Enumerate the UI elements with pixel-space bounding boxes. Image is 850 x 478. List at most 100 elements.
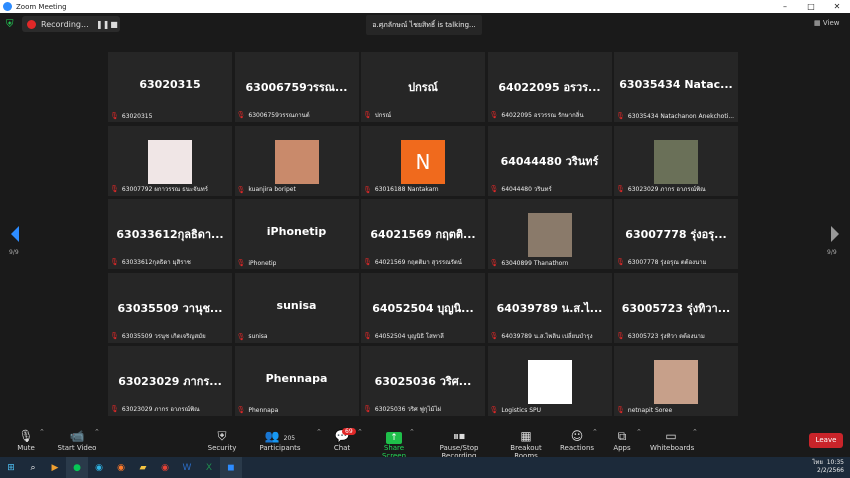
participant-tile[interactable]: 64021569 กฤตติ... 🎙 64021569 กฤตติมา สุวรร… [361,199,485,269]
participant-tile[interactable]: 🎙 Logistics SPU [487,346,612,416]
minimize-button[interactable]: – [772,2,798,11]
leave-button[interactable]: Leave [809,433,843,448]
participant-name-label: 🎙 64021569 กฤตติมา สุวรรณรัตน์ [363,257,462,267]
participants-icon: 👥 205 [264,429,296,443]
participant-tile[interactable]: sunisa 🎙 sunisa [234,272,359,343]
system-tray: ไทย 10:35 2/2/2566 [812,459,844,475]
edge-browser-icon[interactable]: ◉ [88,457,110,478]
page-indicator-right: 9/9 [827,249,837,256]
muted-mic-icon: 🎙 [110,331,119,340]
apps-options-chevron-icon[interactable]: ⌃ [636,428,642,436]
security-shield-icon[interactable]: ⛨ [6,19,15,30]
participant-tile[interactable]: 64052504 บุญนิ... 🎙 64052504 บุญนิธิ โสทาล… [361,272,485,343]
title-bar: Zoom Meeting – □ ✕ [0,0,850,13]
muted-mic-icon: 🎙 [236,259,246,267]
participant-tile[interactable]: N 🎙 63016188 Nantakarn [361,125,485,196]
participant-tile[interactable]: iPhonetip 🎙 iPhonetip [234,199,359,269]
participant-name-label: 🎙 63007792 ผกาวรรณ ธนะจันทร์ [110,184,208,194]
clock-time[interactable]: 10:35 [827,459,844,466]
participant-tile[interactable]: 64022095 อรวร... 🎙 64022095 อรวรรณ รักษากล… [487,52,612,122]
pause-recording-icon[interactable]: ❚❚ [96,20,109,29]
firefox-icon[interactable]: ◉ [110,457,132,478]
view-label: View [822,19,840,27]
share-options-chevron-icon[interactable]: ⌃ [409,428,415,436]
participant-name-label: 🎙 sunisa [237,333,268,341]
security-button[interactable]: ⛨ Security [202,428,242,452]
breakout-rooms-button[interactable]: ▦ Breakout Rooms [500,428,552,460]
search-icon[interactable]: ⌕ [22,457,44,478]
participant-name: 64022095 อรวรรณ รักษากลิ่น [501,112,584,119]
file-explorer-icon[interactable]: ▰ [132,457,154,478]
muted-mic-icon: 🎙 [616,258,625,266]
participant-tile[interactable]: 🎙 netnapit Soree [614,346,738,416]
chat-unread-badge: 69 [342,428,356,435]
zoom-taskbar-icon[interactable]: ◼ [220,457,242,478]
participant-name-label: 🎙 63006759วรรณภานต์ [237,110,310,120]
participant-display-name: 64039789 น.ส.ไ... [496,301,603,315]
participant-tile[interactable]: 63035509 วานุช... 🎙 63035509 วรนุช เกิดเจร… [108,272,232,343]
participants-button[interactable]: 👥 205 Participants [258,428,302,452]
participant-display-name: 64044480 วรินทร์ [500,154,599,168]
participant-tile[interactable]: 63005723 รุ่งทิวา... 🎙 63005723 รุ่งทิวา ต… [614,272,738,343]
participant-tile[interactable]: 63007778 รุ่งอรุ... 🎙 63007778 รุ่งอรุณ ตต… [614,199,738,269]
participant-name-label: 🎙 Logistics SPU [490,406,542,414]
chrome-icon[interactable]: ◉ [154,457,176,478]
participant-display-name: sunisa [276,298,317,312]
muted-mic-icon: 🎙 [363,331,372,340]
participant-tile[interactable]: Phennapa 🎙 Phennapa [234,346,359,416]
windows-start-icon[interactable]: ⊞ [0,457,22,478]
participant-tile[interactable]: 63006759วรรณ... 🎙 63006759วรรณภานต์ [234,52,359,122]
video-options-chevron-icon[interactable]: ⌃ [94,428,100,436]
view-button[interactable]: ▦ View [814,19,839,27]
apps-button[interactable]: ⧉ Apps [612,428,632,452]
page-indicator-left: 9/9 [9,249,19,256]
muted-mic-icon: 🎙 [363,258,372,266]
audio-options-chevron-icon[interactable]: ⌃ [39,428,45,436]
participant-name-label: 🎙 63020315 [110,112,152,120]
participant-name-label: 🎙 63033612กุลธิดา มุสิราช [110,257,191,267]
participant-tile[interactable]: 63025036 วริศ... 🎙 63025036 วริศ ฟูกุไม้ไผ… [361,346,485,416]
language-indicator[interactable]: ไทย [812,459,823,466]
reactions-icon: ☺ [570,429,584,443]
participant-tile[interactable]: 63033612กุลธิดา... 🎙 63033612กุลธิดา มุสิร… [108,199,232,269]
participant-name: 63007792 ผกาวรรณ ธนะจันทร์ [121,185,208,193]
previous-page-icon[interactable] [10,226,20,242]
reactions-label: Reactions [560,444,595,452]
participant-tile[interactable]: 63035434 Natac... 🎙 63035434 Natachanon An… [614,52,738,122]
participant-tile[interactable]: 64044480 วรินทร์ 🎙 64044480 วรินทร์ [487,125,612,196]
participant-name: Logistics SPU [501,406,542,414]
participant-tile[interactable]: 🎙 63040899 Thanathorn [487,199,612,269]
word-icon[interactable]: W [176,457,198,478]
participant-tile[interactable]: 🎙 kuanjira boripet [234,125,359,196]
participant-name-label: 🎙 63023029 ภากร อาภรณ์พิณ [616,184,706,194]
clock-date[interactable]: 2/2/2566 [812,467,844,475]
reactions-options-chevron-icon[interactable]: ⌃ [592,428,598,436]
whiteboards-button[interactable]: ▭ Whiteboards [650,428,695,452]
whiteboards-options-chevron-icon[interactable]: ⌃ [692,428,698,436]
participant-name-label: 🎙 iPhonetip [237,259,277,267]
close-window-button[interactable]: ✕ [824,2,850,11]
pause-stop-recording-button[interactable]: ⏸⏹ Pause/Stop Recording [424,428,494,460]
line-app-icon[interactable]: ● [66,457,88,478]
whiteboards-label: Whiteboards [650,444,695,452]
maximize-button[interactable]: □ [798,2,824,11]
participant-tile[interactable]: 64039789 น.ส.ไ... 🎙 64039789 น.ส.ไพลิน เปล… [487,272,612,343]
next-page-icon[interactable] [830,226,840,242]
participant-tile[interactable]: 🎙 63007792 ผกาวรรณ ธนะจันทร์ [108,125,232,196]
participant-tile[interactable]: 🎙 63023029 ภากร อาภรณ์พิณ [614,125,738,196]
reactions-button[interactable]: ☺ Reactions [560,428,594,452]
participants-options-chevron-icon[interactable]: ⌃ [316,428,322,436]
participant-name: 63005723 รุ่งทิวา ตต้องนาม [627,332,705,340]
participant-tile[interactable]: ปกรณ์ 🎙 ปกรณ์ [361,52,485,122]
participant-name-label: 🎙 63005723 รุ่งทิวา ตต้องนาม [616,331,705,341]
participant-photo [527,213,572,257]
excel-icon[interactable]: X [198,457,220,478]
mute-button[interactable]: 🎙 Mute [10,428,42,452]
media-player-icon[interactable]: ▶ [44,457,66,478]
participant-tile[interactable]: 63020315 🎙 63020315 [108,52,232,122]
chat-options-chevron-icon[interactable]: ⌃ [357,428,363,436]
pause-stop-icon: ⏸⏹ [452,429,465,443]
stop-recording-icon[interactable]: ■ [108,20,120,29]
participant-tile[interactable]: 63023029 ภากร... 🎙 63023029 ภากร อาภรณ์พิณ [108,346,232,416]
participant-display-name: 63035434 Natac... [619,78,733,91]
